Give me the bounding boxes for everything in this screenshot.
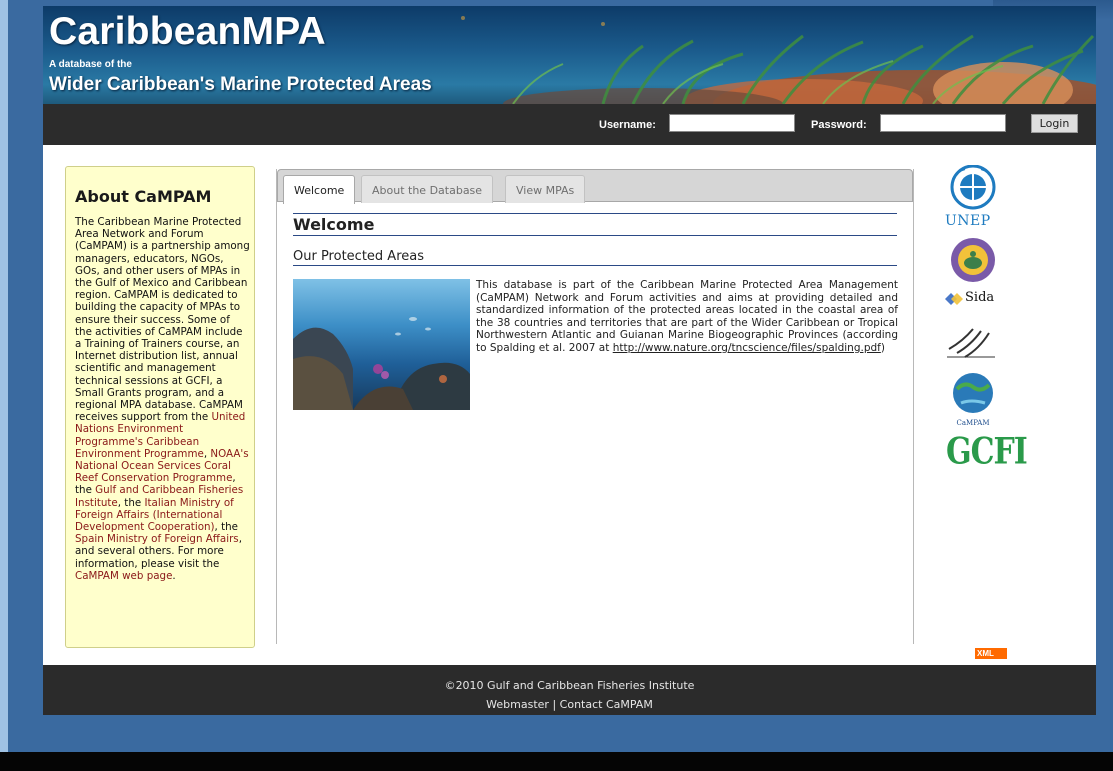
reef-photo bbox=[293, 279, 470, 410]
intro-text-part: ) bbox=[880, 341, 885, 354]
xml-feed-icon[interactable]: XML bbox=[975, 648, 1007, 659]
sidebar-text: The Caribbean Marine Protected Area Netw… bbox=[75, 216, 250, 582]
section-heading: Our Protected Areas bbox=[293, 249, 897, 266]
tab-panel: Welcome About the Database View MPAs Wel… bbox=[276, 169, 914, 644]
footer-copyright: ©2010 Gulf and Caribbean Fisheries Insti… bbox=[444, 679, 695, 692]
username-label: Username: bbox=[599, 119, 656, 131]
footer: ©2010 Gulf and Caribbean Fisheries Insti… bbox=[43, 665, 1096, 715]
tab-welcome[interactable]: Welcome bbox=[283, 175, 356, 204]
tab-strip: Welcome About the Database View MPAs bbox=[277, 169, 913, 204]
unep-emblem-icon bbox=[950, 165, 996, 210]
footer-links: Webmaster | Contact CaMPAM bbox=[43, 698, 1096, 711]
site-logo-title[interactable]: CaribbeanMPA bbox=[49, 10, 326, 54]
italian-cooperation-logo-icon[interactable] bbox=[943, 319, 1001, 363]
webmaster-link[interactable]: Webmaster bbox=[486, 698, 549, 711]
main-content: About CaMPAM The Caribbean Marine Protec… bbox=[43, 145, 1096, 665]
sidebar-text-part: The Caribbean Marine Protected Area Netw… bbox=[75, 216, 250, 424]
contact-campam-link[interactable]: Contact CaMPAM bbox=[560, 698, 653, 711]
site-subtitle: Wider Caribbean's Marine Protected Areas bbox=[49, 74, 432, 95]
sida-logo[interactable]: Sida bbox=[965, 290, 994, 305]
site-container: CaribbeanMPA A database of the Wider Car… bbox=[43, 6, 1096, 715]
campam-logo-text: CaMPAM bbox=[957, 419, 990, 427]
tab-view-mpas[interactable]: View MPAs bbox=[505, 175, 586, 203]
username-input[interactable] bbox=[669, 114, 795, 132]
page-background-left bbox=[0, 0, 8, 771]
header-banner: CaribbeanMPA A database of the Wider Car… bbox=[43, 6, 1096, 104]
sidebar-text-part: . bbox=[172, 569, 176, 582]
sidebar-text-part: , the bbox=[117, 496, 145, 509]
gcfi-logo[interactable]: GCFI bbox=[946, 431, 1028, 473]
login-button[interactable]: Login bbox=[1031, 114, 1078, 133]
link-campam-web-page[interactable]: CaMPAM web page bbox=[75, 570, 172, 582]
cep-turtle-emblem-icon[interactable] bbox=[943, 237, 1003, 283]
password-label: Password: bbox=[811, 119, 867, 131]
sidebar-text-part: , the bbox=[214, 521, 238, 534]
about-sidebar: About CaMPAM The Caribbean Marine Protec… bbox=[65, 166, 255, 648]
unep-logo[interactable]: UNEP bbox=[945, 213, 991, 229]
sidebar-heading: About CaMPAM bbox=[75, 187, 212, 206]
login-bar: Username: Password: Login bbox=[43, 104, 1096, 145]
intro-text: This database is part of the Caribbean M… bbox=[476, 279, 898, 355]
site-tagline: A database of the bbox=[49, 59, 132, 70]
page-background-bottom bbox=[0, 752, 1113, 771]
campam-wordmark: CaMPAM bbox=[957, 419, 990, 427]
page-title: Welcome bbox=[293, 213, 897, 236]
tab-about-the-database[interactable]: About the Database bbox=[361, 175, 494, 203]
sida-flag-icon bbox=[945, 293, 963, 305]
spalding-link[interactable]: http://www.nature.org/tncscience/files/s… bbox=[613, 342, 881, 354]
password-input[interactable] bbox=[880, 114, 1006, 132]
footer-separator: | bbox=[548, 698, 560, 711]
link-spain-ministry[interactable]: Spain Ministry of Foreign Affairs bbox=[75, 533, 239, 545]
